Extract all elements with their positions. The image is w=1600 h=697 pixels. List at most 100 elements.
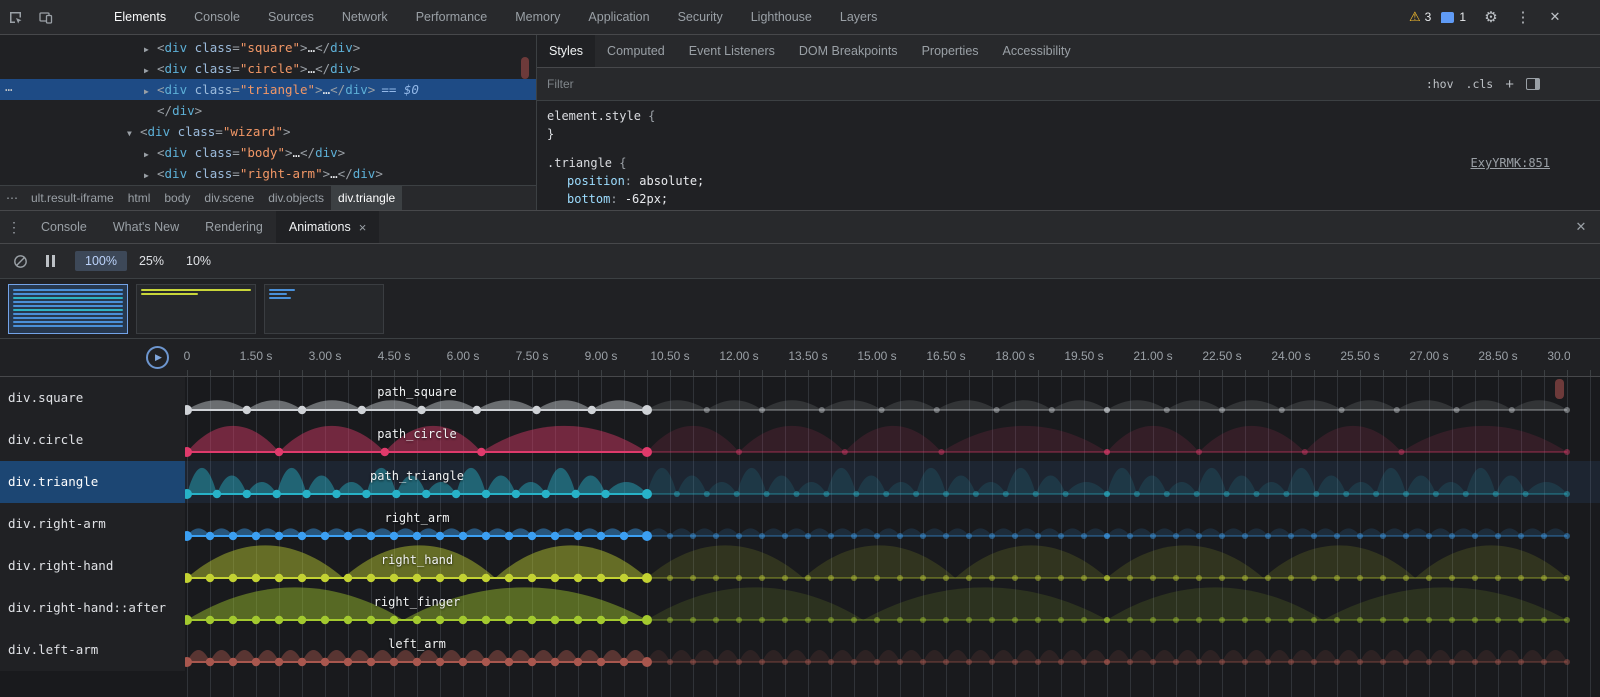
animation-row-label[interactable]: div.square [0,377,185,419]
animation-row-label[interactable]: div.circle [0,419,185,461]
rule-selector[interactable]: .triangle [547,156,612,170]
styles-tab-accessibility[interactable]: Accessibility [991,35,1083,67]
replay-button[interactable]: ▶ [146,346,169,369]
settings-gear-icon[interactable]: ⚙ [1476,8,1506,26]
tab-lighthouse[interactable]: Lighthouse [737,0,826,34]
preview-line [13,313,123,315]
dom-tree-row[interactable]: ▶<div class="square">…</div> [0,37,536,58]
hover-state-toggle[interactable]: :hov [1426,77,1454,91]
styles-tab-properties[interactable]: Properties [910,35,991,67]
rule-selector[interactable]: element.style [547,109,641,123]
expand-arrow-icon[interactable]: ▶ [144,81,157,102]
close-tab-icon[interactable]: × [359,220,367,235]
tab-application[interactable]: Application [574,0,663,34]
tab-network[interactable]: Network [328,0,402,34]
style-property[interactable]: bottom: -62px; [547,190,1590,208]
dom-tree-row[interactable]: ▶<div class="circle">…</div> [0,58,536,79]
dom-tree-row[interactable]: </div> [0,100,536,121]
breadcrumb-item[interactable]: div.triangle [331,186,402,210]
tab-sources[interactable]: Sources [254,0,328,34]
style-property[interactable]: position: absolute; [547,172,1590,190]
elements-panel: ▶<div class="square">…</div>▶<div class=… [0,35,537,210]
drawer-tab-console[interactable]: Console [28,211,100,243]
animation-row[interactable]: div.left-arm left_arm [0,629,1600,671]
animation-track[interactable]: right_finger [185,587,1600,629]
animation-row-label[interactable]: div.right-arm [0,503,185,545]
expand-arrow-icon[interactable]: ▶ [144,144,157,165]
dom-tree-row[interactable]: ▶<div class="body">…</div> [0,142,536,163]
drawer-tab-what-s-new[interactable]: What's New [100,211,192,243]
animation-row[interactable]: div.circlepath_circle [0,419,1600,461]
styles-tab-computed[interactable]: Computed [595,35,677,67]
expand-arrow-icon[interactable]: ▼ [127,123,140,144]
animation-track[interactable]: path_triangle [185,461,1600,503]
animation-track[interactable]: path_square [185,377,1600,419]
ruler-labels: 01.50 s3.00 s4.50 s6.00 s7.50 s9.00 s10.… [0,339,1570,376]
animation-row[interactable]: div.right-hand::afterright_finger [0,587,1600,629]
tab-security[interactable]: Security [664,0,737,34]
tab-elements[interactable]: Elements [100,0,180,34]
dom-tree-row[interactable]: ⋯▶<div class="triangle">…</div>== $0 [0,79,536,100]
animation-row-label[interactable]: div.triangle [0,461,185,503]
animation-row[interactable]: div.right-armright_arm [0,503,1600,545]
drawer-tab-animations[interactable]: Animations× [276,211,379,243]
animation-group-preview[interactable] [136,284,256,334]
row-overflow-icon[interactable]: ⋯ [5,79,14,100]
breadcrumb-overflow-icon[interactable]: ⋯ [0,191,24,205]
styles-tab-dom-breakpoints[interactable]: DOM Breakpoints [787,35,910,67]
breadcrumb-item[interactable]: body [157,186,197,210]
ruler-time-label: 15.00 s [857,349,896,363]
expand-arrow-icon[interactable]: ▶ [144,60,157,81]
inspect-element-icon[interactable] [0,0,30,34]
elements-scrollbar-thumb[interactable] [521,57,529,79]
drawer-close-icon[interactable]: ✕ [1562,211,1600,243]
drawer-tab-rendering[interactable]: Rendering [192,211,276,243]
animation-group-preview[interactable] [8,284,128,334]
animation-row-label[interactable]: div.left-arm [0,629,185,671]
animation-track[interactable]: right_hand [185,545,1600,587]
animation-track[interactable]: path_circle [185,419,1600,461]
dom-tree-row[interactable]: ▶<div class="right-arm">…</div> [0,163,536,184]
tab-console[interactable]: Console [180,0,254,34]
animations-timeline: ▶ 01.50 s3.00 s4.50 s6.00 s7.50 s9.00 s1… [0,339,1600,697]
breadcrumb-item[interactable]: html [121,186,158,210]
pause-all-icon[interactable] [46,255,55,267]
more-options-icon[interactable]: ⋮ [1508,8,1538,26]
clear-all-icon[interactable] [10,244,30,278]
expand-arrow-icon[interactable]: ▶ [144,165,157,185]
breadcrumb-item[interactable]: div.scene [197,186,261,210]
timeline-scrollbar-thumb[interactable] [1555,379,1564,399]
issues-icon[interactable] [1441,12,1454,23]
expand-arrow-icon[interactable]: ▶ [144,39,157,60]
breadcrumb-item[interactable]: ult.result-iframe [24,186,121,210]
speed-10[interactable]: 10% [176,251,221,271]
warning-icon[interactable]: ⚠ [1409,9,1421,25]
animation-row[interactable]: div.trianglepath_triangle [0,461,1600,503]
track-name: left_arm [388,637,446,651]
class-toggle[interactable]: .cls [1466,77,1494,91]
new-style-rule-icon[interactable]: + [1505,77,1514,92]
ruler-time-label: 6.00 s [447,349,480,363]
animation-group-preview[interactable] [264,284,384,334]
animation-track[interactable]: left_arm [185,629,1600,671]
animation-row[interactable]: div.squarepath_square [0,377,1600,419]
style-source-link[interactable]: ExyYRMK:851 [1471,154,1550,172]
breadcrumb-item[interactable]: div.objects [261,186,331,210]
close-devtools-icon[interactable]: ✕ [1540,9,1570,25]
styles-tab-event-listeners[interactable]: Event Listeners [677,35,787,67]
styles-filter-input[interactable] [547,77,827,91]
animation-row-label[interactable]: div.right-hand::after [0,587,185,629]
tab-layers[interactable]: Layers [826,0,892,34]
animation-row-label[interactable]: div.right-hand [0,545,185,587]
dom-tree-row[interactable]: ▼<div class="wizard"> [0,121,536,142]
speed-25[interactable]: 25% [129,251,174,271]
tab-performance[interactable]: Performance [402,0,502,34]
sidebar-collapse-icon[interactable] [1526,78,1540,90]
tab-memory[interactable]: Memory [501,0,574,34]
speed-100[interactable]: 100% [75,251,127,271]
animation-track[interactable]: right_arm [185,503,1600,545]
styles-tab-styles[interactable]: Styles [537,35,595,67]
drawer-menu-icon[interactable]: ⋮ [0,211,28,243]
device-toolbar-icon[interactable] [30,0,60,34]
animation-row[interactable]: div.right-handright_hand [0,545,1600,587]
